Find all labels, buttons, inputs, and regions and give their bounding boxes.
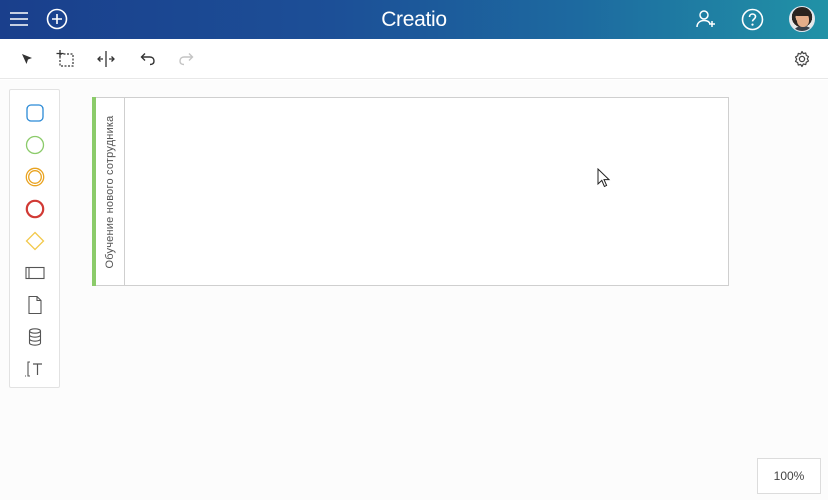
redo-icon[interactable] <box>175 47 199 71</box>
add-circle-icon[interactable] <box>45 7 69 31</box>
user-task-icon[interactable] <box>22 100 48 126</box>
space-tool-icon[interactable] <box>94 47 118 71</box>
data-store-icon[interactable] <box>22 324 48 350</box>
subprocess-icon[interactable] <box>22 260 48 286</box>
undo-icon[interactable] <box>135 47 159 71</box>
top-bar: Creatio <box>0 0 828 39</box>
pool-title: Обучение нового сотрудника <box>104 114 116 269</box>
intermediate-event-icon[interactable] <box>22 164 48 190</box>
start-event-icon[interactable] <box>22 132 48 158</box>
designer-toolbar <box>0 39 828 79</box>
pool-header[interactable]: Обучение нового сотрудника <box>96 98 125 285</box>
element-palette <box>9 89 60 388</box>
data-object-icon[interactable] <box>22 292 48 318</box>
help-icon[interactable] <box>740 7 764 31</box>
annotation-icon[interactable] <box>22 356 48 382</box>
lasso-select-icon[interactable] <box>54 47 78 71</box>
zoom-level[interactable]: 100% <box>757 458 821 494</box>
process-pool[interactable]: Обучение нового сотрудника <box>92 97 729 286</box>
end-event-icon[interactable] <box>22 196 48 222</box>
gateway-icon[interactable] <box>22 228 48 254</box>
mouse-cursor-icon <box>597 168 611 188</box>
gear-icon[interactable] <box>790 47 814 71</box>
pointer-icon[interactable] <box>15 47 39 71</box>
menu-icon[interactable] <box>7 7 31 31</box>
avatar[interactable] <box>789 6 815 32</box>
add-user-icon[interactable] <box>694 7 718 31</box>
